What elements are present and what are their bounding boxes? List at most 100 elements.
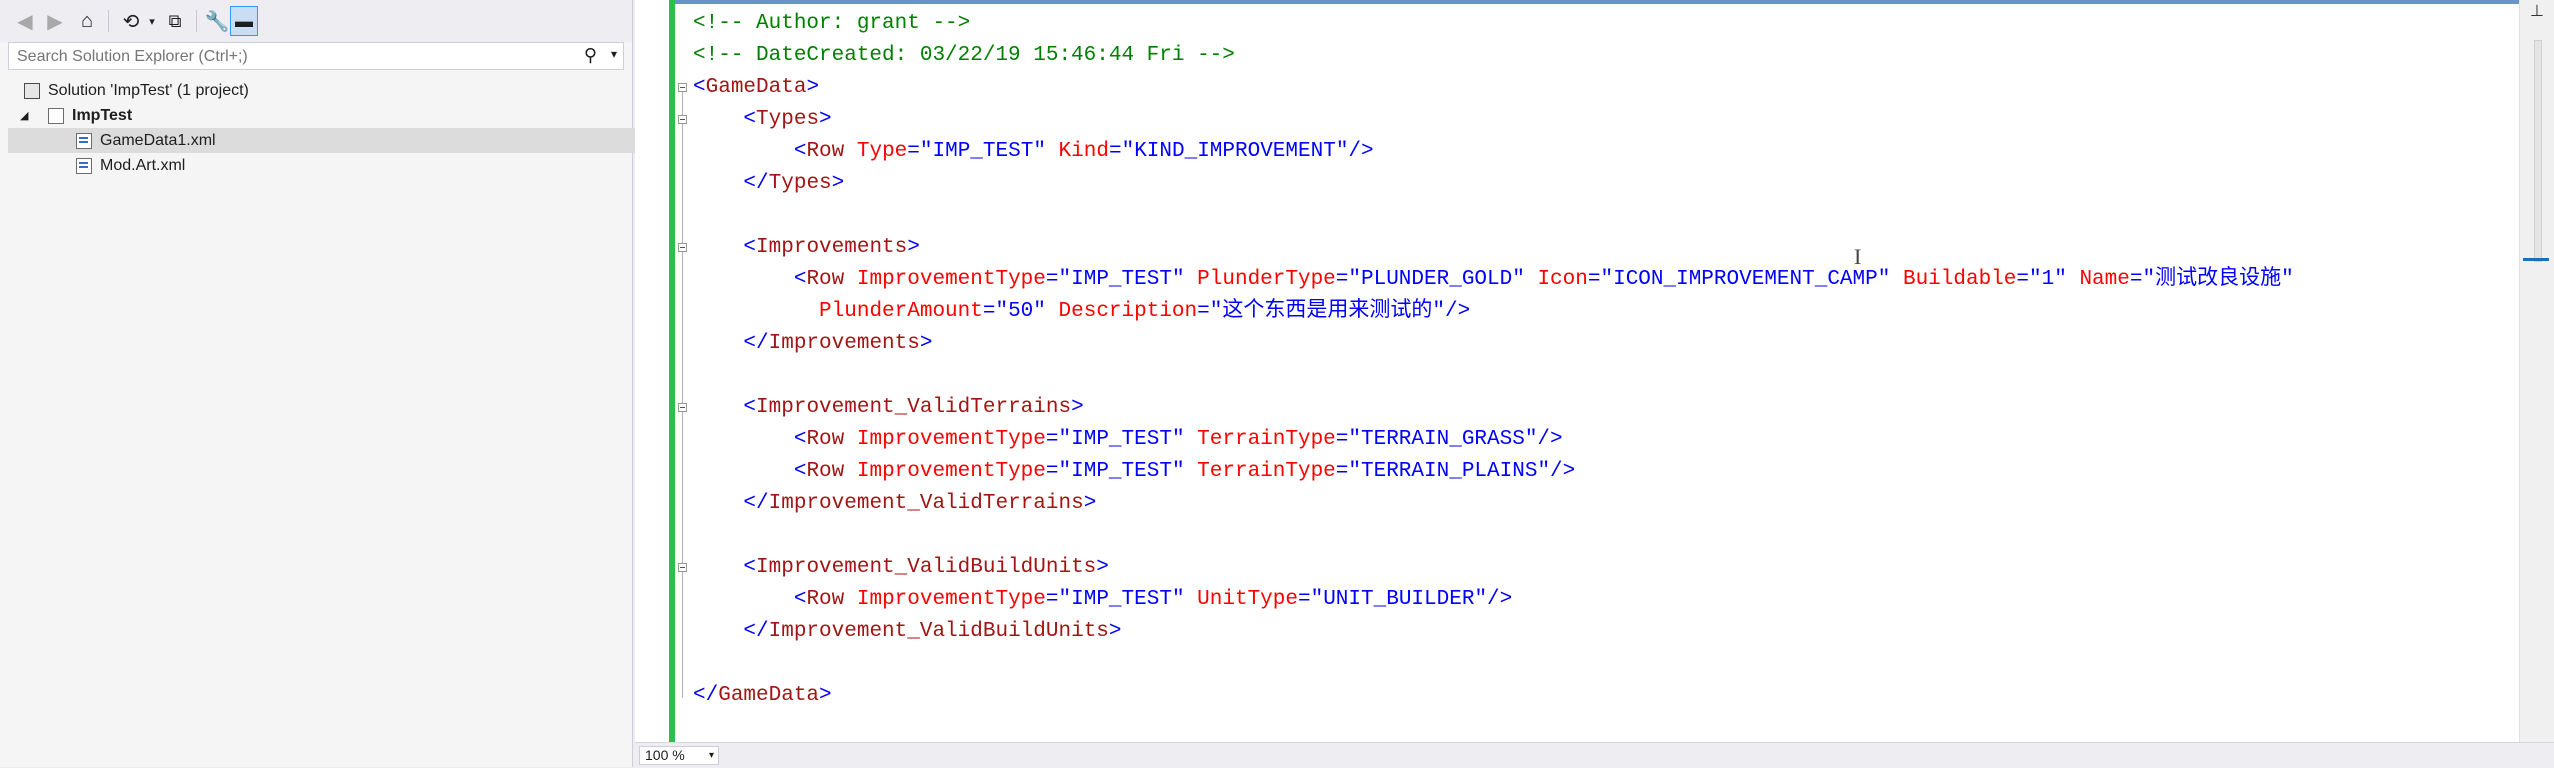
tree-item-mod-art-xml[interactable]: Mod.Art.xml bbox=[8, 153, 638, 178]
code-line[interactable]: <Row ImprovementType="IMP_TEST" TerrainT… bbox=[693, 456, 2294, 488]
chevron-down-icon[interactable]: ▾ bbox=[709, 747, 714, 764]
code-token: < bbox=[793, 588, 807, 611]
tree-item-gamedata1-xml[interactable]: GameData1.xml bbox=[8, 128, 638, 153]
code-line[interactable]: <!-- DateCreated: 03/22/19 15:46:44 Fri … bbox=[693, 40, 2294, 72]
code-token: " bbox=[2054, 268, 2067, 291]
code-token: =" bbox=[1297, 588, 1324, 611]
search-icon[interactable]: ⚲ bbox=[584, 45, 597, 66]
code-line[interactable]: </Improvement_ValidBuildUnits> bbox=[693, 616, 2294, 648]
zoom-level-dropdown[interactable]: 100 % ▾ bbox=[639, 746, 719, 765]
code-token: 50 bbox=[1008, 300, 1034, 323]
code-token: =" bbox=[1335, 268, 1361, 291]
tree-item-label: Solution 'ImpTest' (1 project) bbox=[48, 81, 249, 99]
scrollbar-thumb[interactable] bbox=[2534, 40, 2542, 262]
code-line[interactable]: <Improvement_ValidBuildUnits> bbox=[693, 552, 2294, 584]
dropdown-icon[interactable]: ▾ bbox=[146, 6, 158, 36]
code-line[interactable] bbox=[693, 200, 2294, 232]
home-icon[interactable]: ⌂ bbox=[74, 6, 100, 36]
editor-margin bbox=[635, 0, 670, 742]
code-token: =" bbox=[2129, 268, 2156, 291]
code-token: =" bbox=[1335, 428, 1361, 451]
code-token: PLUNDER_GOLD bbox=[1361, 268, 1513, 291]
code-token: Improvements bbox=[768, 332, 920, 355]
search-solution-explorer[interactable]: ⚲ ▾ bbox=[8, 42, 624, 70]
properties-icon[interactable]: 🔧 bbox=[204, 6, 230, 36]
code-token: 1 bbox=[2041, 268, 2055, 291]
text-cursor-icon: I bbox=[1854, 244, 1862, 269]
vertical-scrollbar[interactable]: ⊥ bbox=[2519, 0, 2554, 742]
code-line[interactable]: <!-- Author: grant --> bbox=[693, 8, 2294, 40]
code-text[interactable]: <!-- Author: grant --> <!-- DateCreated: … bbox=[693, 8, 2294, 712]
collapse-validterrains-icon[interactable] bbox=[678, 403, 687, 412]
code-token: " bbox=[1512, 268, 1525, 291]
code-token: > bbox=[919, 332, 933, 355]
code-token: Row bbox=[806, 428, 845, 451]
collapse-all-icon[interactable]: ⧉ bbox=[162, 6, 188, 36]
change-tracking-bar bbox=[669, 0, 675, 742]
code-line[interactable]: <Improvements> bbox=[693, 232, 2294, 264]
code-token: </ bbox=[743, 332, 769, 355]
xml-file-icon bbox=[76, 157, 92, 174]
code-token: > bbox=[819, 684, 832, 707]
chevron-down-icon[interactable]: ▾ bbox=[611, 47, 617, 61]
code-token: ImprovementType bbox=[856, 428, 1046, 451]
code-token: ICON_IMPROVEMENT_CAMP bbox=[1613, 268, 1878, 291]
code-token: > bbox=[819, 108, 832, 131]
code-token: > bbox=[1108, 620, 1122, 643]
search-input[interactable] bbox=[15, 46, 579, 68]
code-line[interactable]: <Row ImprovementType="IMP_TEST" UnitType… bbox=[693, 584, 2294, 616]
collapse-types-icon[interactable] bbox=[678, 115, 687, 124]
history-icon[interactable]: ⟲ bbox=[118, 6, 144, 36]
code-line[interactable]: </Types> bbox=[693, 168, 2294, 200]
code-token: > bbox=[1083, 492, 1097, 515]
solution-explorer: ◀ ▶ ⌂ ⟲ ▾ ⧉ 🔧 ▬ ⚲ ▾ Solution 'ImpTest' (… bbox=[0, 0, 638, 767]
editor-tab-strip bbox=[635, 0, 2520, 4]
back-icon[interactable]: ◀ bbox=[14, 6, 36, 36]
code-token: Row bbox=[806, 140, 845, 163]
code-token: > bbox=[831, 172, 845, 195]
collapse-validbuildunits-icon[interactable] bbox=[678, 563, 687, 572]
code-line[interactable]: </Improvements> bbox=[693, 328, 2294, 360]
code-line[interactable]: </GameData> bbox=[693, 680, 2294, 712]
tree-item-project[interactable]: ◢ ImpTest bbox=[8, 103, 642, 128]
collapse-gamedata-icon[interactable] bbox=[678, 83, 687, 92]
xml-editor[interactable]: <!-- Author: grant --> <!-- DateCreated: … bbox=[635, 0, 2554, 768]
code-token: < bbox=[743, 236, 757, 259]
code-line[interactable]: <Improvement_ValidTerrains> bbox=[693, 392, 2294, 424]
collapse-improvements-icon[interactable] bbox=[678, 243, 687, 252]
code-line[interactable]: <Types> bbox=[693, 104, 2294, 136]
code-line[interactable]: <Row Type="IMP_TEST" Kind="KIND_IMPROVEM… bbox=[693, 136, 2294, 168]
code-line[interactable]: PlunderAmount="50" Description="这个东西是用来测… bbox=[693, 296, 2294, 328]
code-token: < bbox=[793, 268, 807, 291]
code-line[interactable]: </Improvement_ValidTerrains> bbox=[693, 488, 2294, 520]
code-token: ImprovementType bbox=[856, 588, 1046, 611]
code-token: Types bbox=[768, 172, 832, 195]
code-token: Row bbox=[806, 588, 845, 611]
code-token: =" bbox=[1335, 460, 1361, 483]
code-line[interactable]: <Row ImprovementType="IMP_TEST" PlunderT… bbox=[693, 264, 2294, 296]
preview-icon[interactable]: ▬ bbox=[230, 6, 258, 36]
code-line[interactable]: <Row ImprovementType="IMP_TEST" TerrainT… bbox=[693, 424, 2294, 456]
code-token: > bbox=[1071, 396, 1084, 419]
forward-icon[interactable]: ▶ bbox=[44, 6, 66, 36]
code-line[interactable] bbox=[693, 360, 2294, 392]
code-token: Buildable bbox=[1902, 268, 2017, 291]
project-icon bbox=[48, 107, 64, 124]
tree-item-label: ImpTest bbox=[72, 106, 133, 124]
code-token: Improvement_ValidBuildUnits bbox=[768, 620, 1109, 643]
code-line[interactable]: <GameData> bbox=[693, 72, 2294, 104]
tree-item-solution[interactable]: Solution 'ImpTest' (1 project) bbox=[8, 78, 646, 103]
expand-arrow-icon[interactable]: ◢ bbox=[20, 109, 34, 122]
code-line[interactable] bbox=[693, 520, 2294, 552]
split-window-icon[interactable]: ⊥ bbox=[2528, 4, 2546, 20]
code-token: "/> bbox=[1335, 140, 1374, 163]
code-line[interactable] bbox=[693, 648, 2294, 680]
